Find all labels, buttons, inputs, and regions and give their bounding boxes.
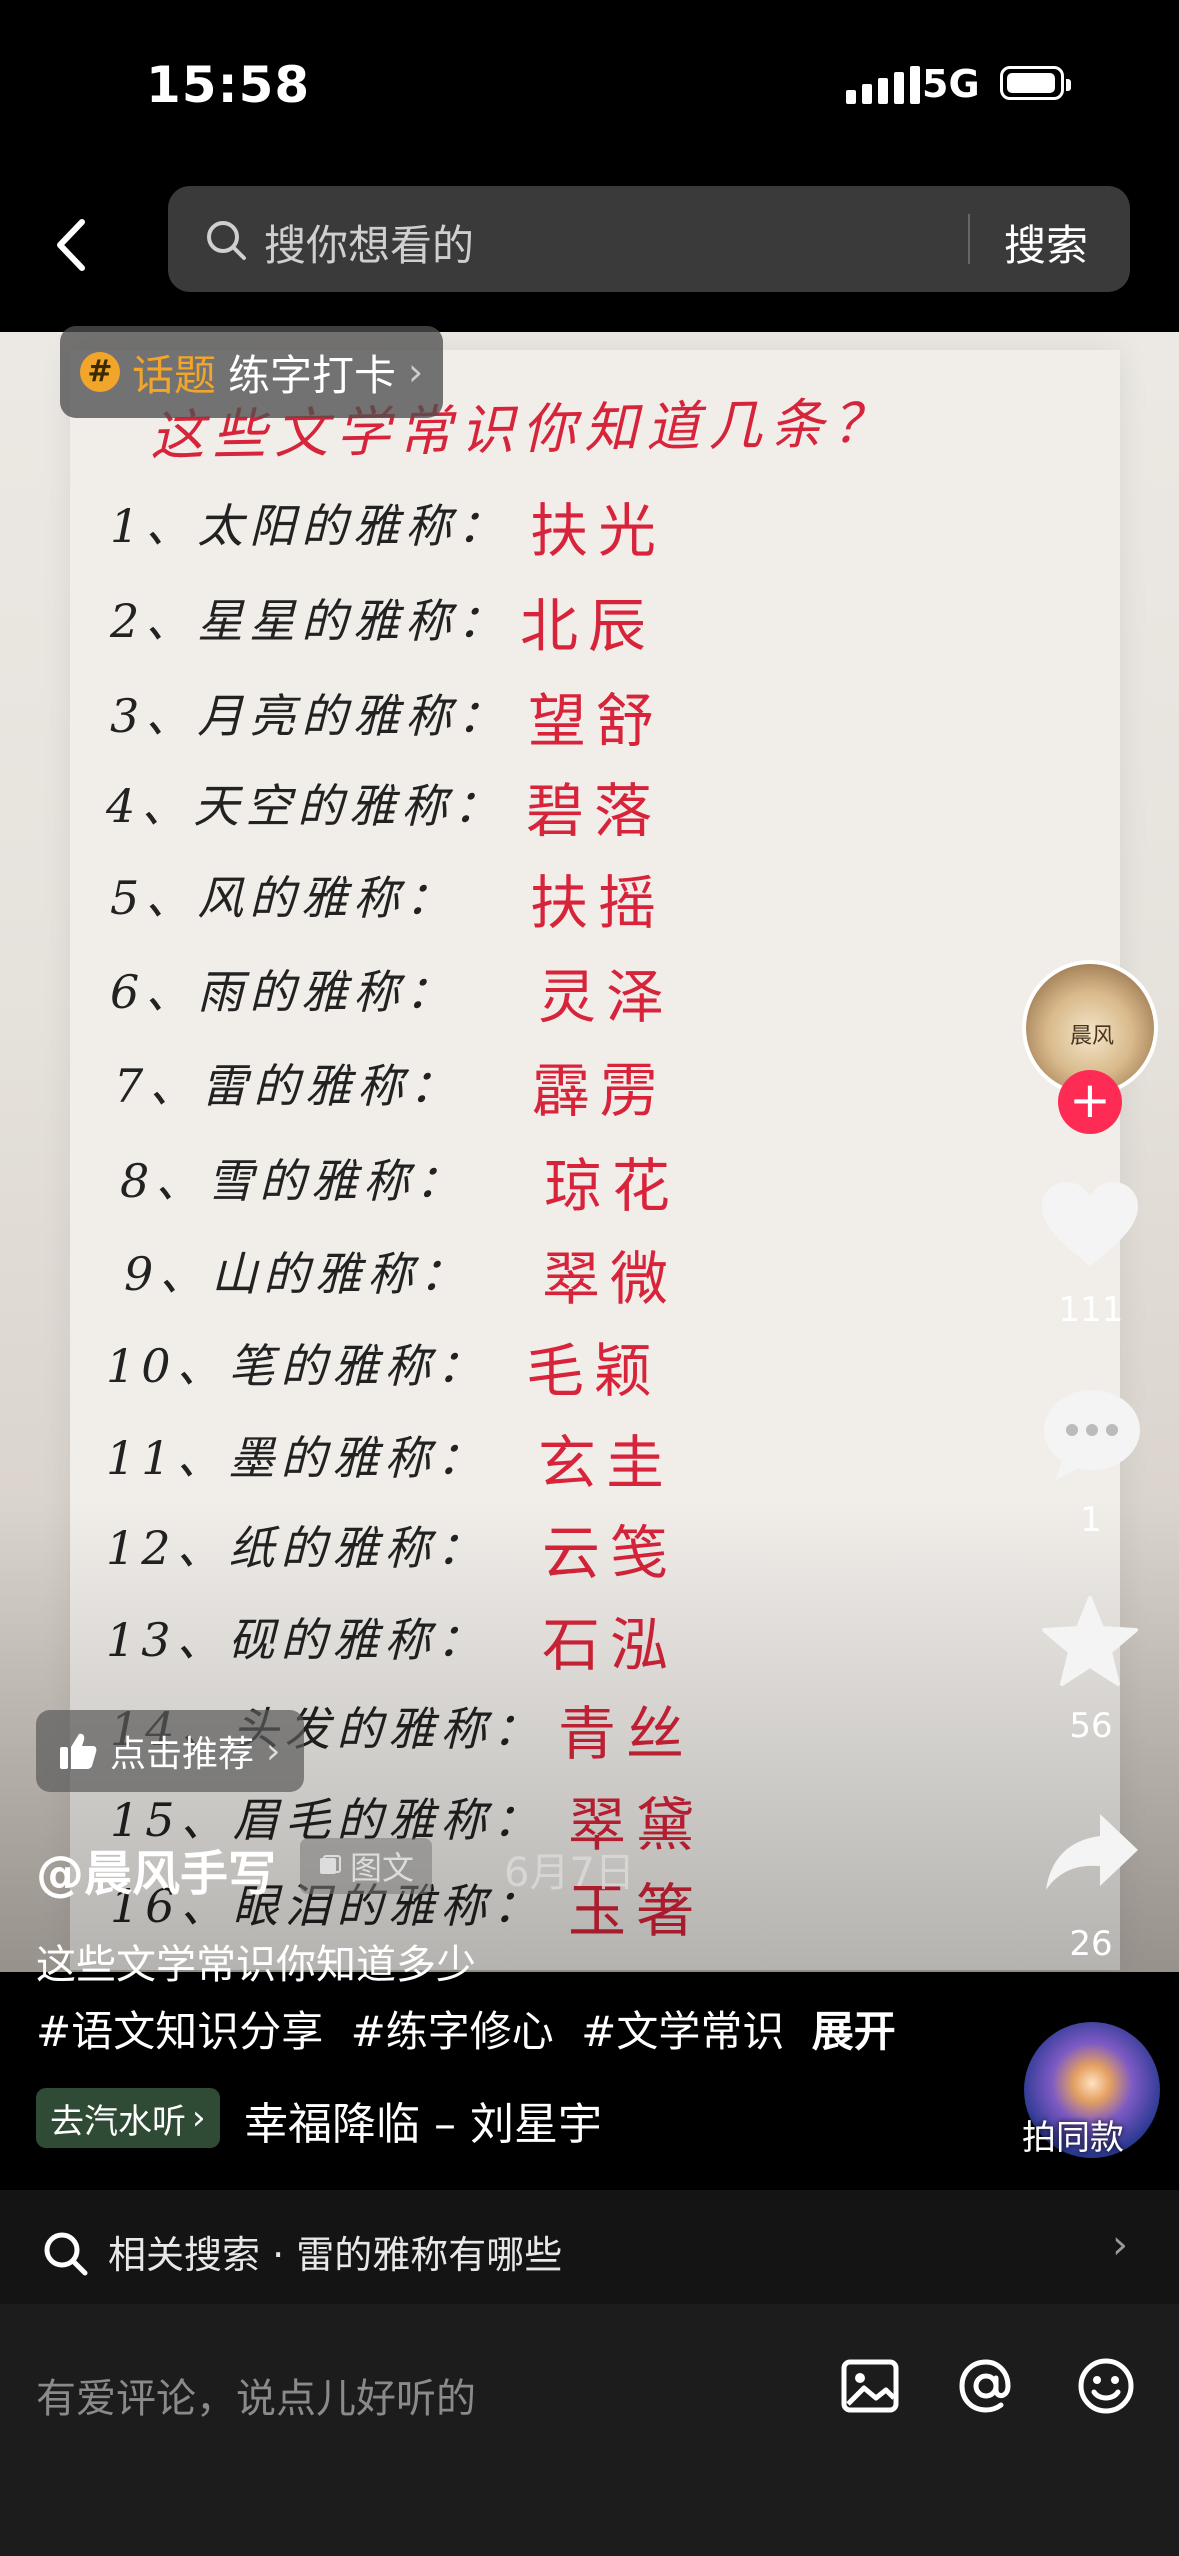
favorite-button[interactable] [1042, 1594, 1138, 1690]
note-question: 8、雪的雅称： [120, 1154, 468, 1208]
note-question: 6、雨的雅称： [110, 965, 458, 1019]
image-icon [841, 2359, 899, 2413]
note-answer: 碧落 [526, 777, 663, 845]
emoji-button[interactable] [1072, 2352, 1140, 2420]
note-question: 11、墨的雅称： [106, 1431, 489, 1485]
hashtag-link[interactable]: #练字修心 [351, 2007, 554, 2056]
recommend-label: 点击推荐 [110, 1734, 255, 1775]
thumbs-up-icon [60, 1733, 97, 1769]
search-button[interactable]: 搜索 [1004, 212, 1088, 273]
note-answer: 望舒 [528, 687, 665, 755]
chevron-right-icon: › [192, 2098, 206, 2138]
comment-icon [1044, 1390, 1140, 1480]
chevron-left-icon [57, 219, 85, 271]
image-picker-button[interactable] [836, 2352, 904, 2420]
music-title[interactable]: 幸福降临 – 刘星宇 [244, 2088, 602, 2152]
same-style-label[interactable]: 拍同款 [1022, 2110, 1124, 2159]
note-question: 4、天空的雅称： [106, 779, 506, 833]
battery-icon [1000, 66, 1071, 100]
note-question: 7、雷的雅称： [114, 1059, 462, 1113]
status-time: 15:58 [146, 56, 311, 114]
note-answer: 霹雳 [532, 1057, 669, 1125]
share-button[interactable] [1044, 1810, 1140, 1898]
expand-button[interactable]: 展开 [812, 2007, 896, 2056]
search-placeholder: 搜你想看的 [264, 221, 475, 270]
note-answer: 玄圭 [538, 1429, 675, 1497]
author-name[interactable]: @晨风手写 [36, 1834, 276, 1904]
image-icon [320, 1855, 341, 1874]
search-divider [968, 214, 970, 264]
post-type-label: 图文 [350, 1849, 415, 1887]
topic-kind: 话题 [132, 350, 217, 400]
post-date: 6月7日 [504, 1850, 635, 1896]
emoji-icon [1078, 2358, 1134, 2414]
topic-tag[interactable]: # 话题 练字打卡 › [60, 326, 444, 418]
like-count: 111 [1058, 1290, 1124, 1330]
music-chip-label: 去汽水听 [50, 2101, 186, 2142]
signal-icon [846, 66, 920, 104]
like-button[interactable] [1040, 1180, 1140, 1274]
note-answer: 毛颖 [526, 1337, 663, 1405]
topic-name: 练字打卡 [228, 350, 397, 400]
heart-icon [1042, 1182, 1138, 1266]
note-question: 10、笔的雅称： [106, 1339, 489, 1393]
share-count: 26 [1069, 1924, 1113, 1964]
at-icon [959, 2359, 1011, 2413]
note-question: 3、月亮的雅称： [110, 689, 510, 743]
note-answer: 扶摇 [530, 869, 667, 937]
note-question: 2、星星的雅称： [110, 594, 510, 648]
follow-button[interactable]: + [1058, 1070, 1122, 1134]
note-answer: 扶光 [530, 497, 667, 565]
comment-count: 1 [1080, 1500, 1102, 1540]
comment-button[interactable] [1042, 1386, 1142, 1486]
music-app-chip[interactable]: 去汽水听 › [36, 2088, 220, 2148]
star-icon [1042, 1596, 1138, 1686]
note-answer: 灵泽 [538, 963, 675, 1031]
comment-input[interactable]: 有爱评论，说点儿好听的 [36, 2366, 476, 2424]
related-search-label: 相关搜索 · 雷的雅称有哪些 [108, 2233, 563, 2277]
favorite-count: 56 [1069, 1706, 1113, 1746]
recommend-button[interactable]: 点击推荐 › [36, 1710, 305, 1792]
note-question: 1、太阳的雅称： [110, 499, 510, 553]
hashtag-link[interactable]: #语文知识分享 [36, 2007, 323, 2056]
comment-bar [0, 2304, 1179, 2556]
hashtag-icon: # [80, 352, 120, 392]
hashtag-link[interactable]: #文学常识 [581, 2007, 784, 2056]
avatar-text: 晨风 [1070, 1024, 1115, 1049]
chevron-right-icon: › [1112, 2222, 1128, 2268]
search-icon [204, 218, 248, 266]
network-label: 5G [922, 62, 980, 106]
mention-button[interactable] [952, 2352, 1020, 2420]
note-question: 9、山的雅称： [124, 1247, 472, 1301]
chevron-right-icon: › [266, 1730, 281, 1772]
post-tags: #语文知识分享 #练字修心 #文学常识 展开 [36, 1998, 910, 2059]
chevron-right-icon: › [408, 350, 424, 394]
note-answer: 北辰 [520, 592, 657, 660]
post-type-badge: 图文 [300, 1838, 433, 1894]
note-answer: 翠微 [542, 1245, 679, 1313]
share-icon [1046, 1814, 1138, 1890]
search-icon [42, 2230, 88, 2280]
note-answer: 琼花 [544, 1152, 681, 1220]
back-button[interactable] [48, 210, 98, 280]
post-description: 这些文学常识你知道多少 [36, 1942, 476, 1988]
note-question: 5、风的雅称： [110, 871, 458, 925]
